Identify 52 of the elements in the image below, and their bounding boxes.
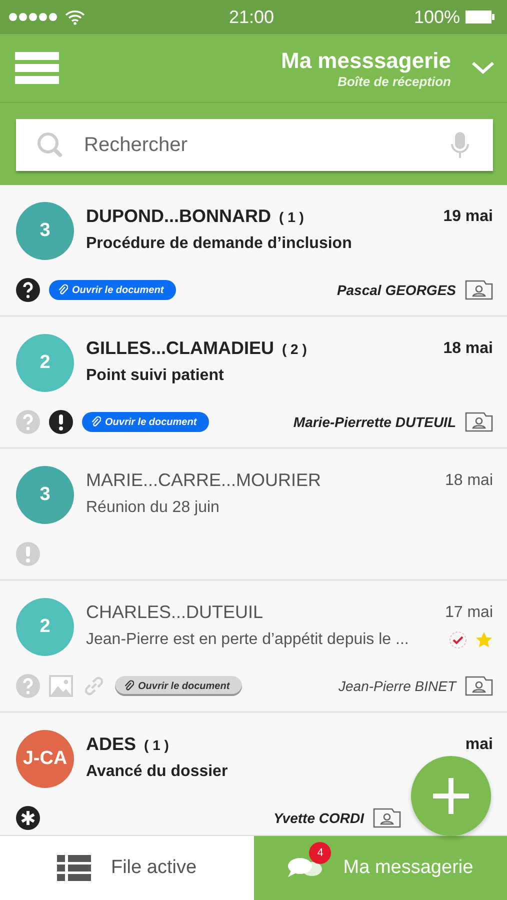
- plus-icon: [431, 776, 471, 816]
- message-date: 17 mai: [444, 604, 493, 622]
- message-count: ( 1 ): [279, 208, 304, 224]
- wifi-icon: [65, 10, 85, 24]
- sender-names: MARIE...CARRE...MOURIER: [86, 470, 322, 491]
- message-subject: Point suivi patient: [86, 367, 225, 385]
- paperclip-icon: [91, 416, 101, 428]
- message-subject: Réunion du 28 juin: [86, 499, 220, 517]
- author-name: Pascal GEORGES: [336, 282, 456, 298]
- avatar: J-CA: [16, 730, 74, 788]
- paperclip-icon: [124, 680, 134, 692]
- search-icon: [36, 131, 64, 159]
- message-date: mai: [465, 736, 493, 754]
- list-icon: [56, 855, 91, 881]
- avatar: 3: [16, 202, 74, 260]
- contact-card-icon[interactable]: [373, 808, 401, 828]
- chat-bubbles-icon: [287, 856, 324, 880]
- contact-card-icon[interactable]: [465, 676, 493, 696]
- clock-time: 21:00: [228, 6, 274, 28]
- author-name: Yvette CORDI: [273, 810, 364, 826]
- open-document-button[interactable]: Ouvrir le document: [49, 280, 176, 300]
- author-name: Jean-Pierre BINET: [338, 678, 456, 694]
- avatar: 2: [16, 598, 74, 656]
- message-date: 19 mai: [443, 208, 493, 226]
- message-date: 18 mai: [444, 472, 493, 490]
- sender-names: CHARLES...DUTEUIL: [86, 602, 264, 623]
- message-subject: Procédure de demande d’inclusion: [86, 235, 353, 253]
- message-count: ( 2 ): [282, 340, 307, 356]
- nav-tab[interactable]: 4 Ma messagerie: [254, 836, 507, 900]
- paperclip-icon: [58, 284, 68, 296]
- author-name: Marie-Pierrette DUTEUIL: [293, 414, 456, 430]
- signal-icon: [8, 12, 60, 22]
- open-document-button[interactable]: Ouvrir le document: [82, 412, 209, 432]
- battery-icon: [464, 10, 495, 24]
- sender-names: ADES: [86, 734, 136, 755]
- message-subject: Jean-Pierre est en perte d’appétit depuis le ...: [86, 631, 410, 649]
- message-count: ( 1 ): [144, 736, 169, 752]
- battery-percent: 100%: [414, 6, 460, 28]
- contact-card-icon[interactable]: [465, 412, 493, 432]
- message-date: 18 mai: [443, 340, 493, 358]
- contact-card-icon[interactable]: [465, 280, 493, 300]
- search-bar[interactable]: Rechercher: [16, 119, 493, 171]
- sender-names: DUPOND...BONNARD: [86, 206, 272, 227]
- avatar: 2: [16, 334, 74, 392]
- header-title: Ma messsagerie: [281, 48, 451, 74]
- header-subtitle: Boîte de réception: [338, 74, 451, 88]
- sender-names: GILLES...CLAMADIEU: [86, 338, 274, 359]
- nav-tab[interactable]: File active: [0, 836, 254, 900]
- avatar: 3: [16, 466, 74, 524]
- message-subject: Avancé du dossier: [86, 763, 229, 781]
- notification-badge: 4: [309, 842, 332, 864]
- open-document-button[interactable]: Ouvrir le document: [115, 676, 242, 696]
